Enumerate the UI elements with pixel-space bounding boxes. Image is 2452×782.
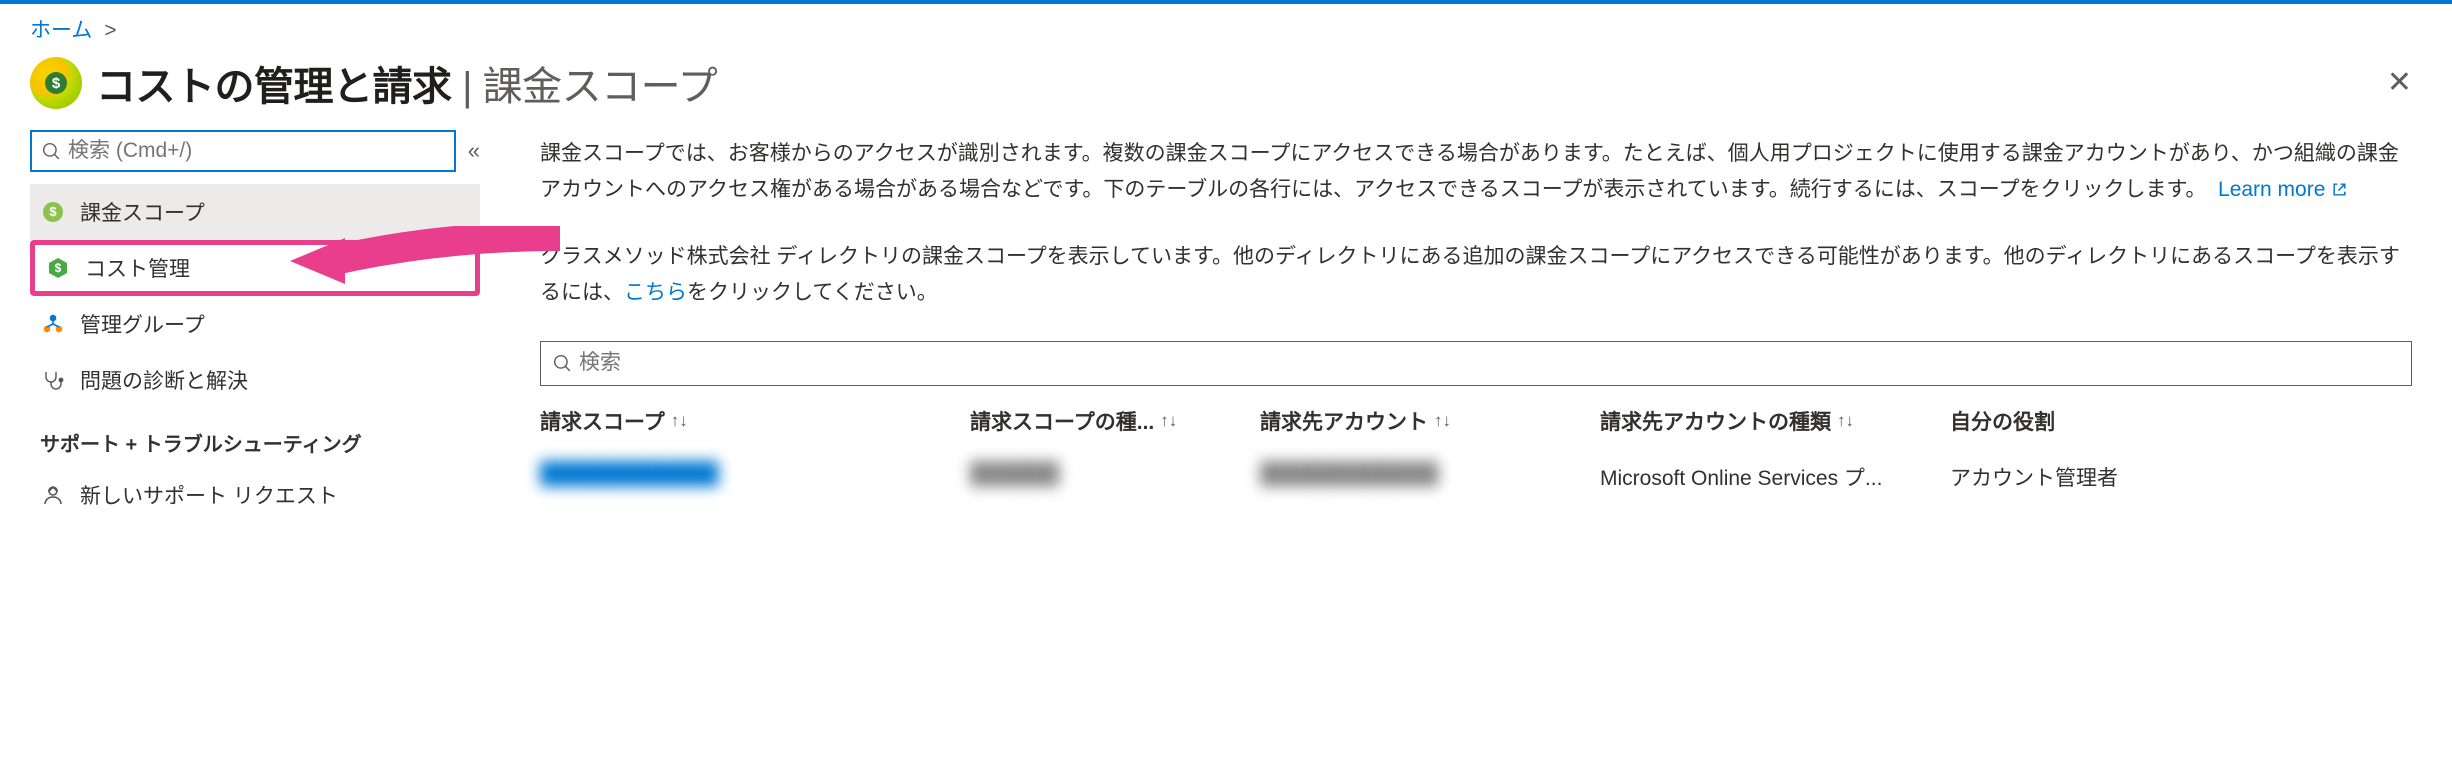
management-groups-icon: [40, 313, 66, 335]
sidebar-nav: $ 課金スコープ $ コスト管理: [30, 184, 480, 523]
scopes-table: 請求スコープ ↑↓ 請求スコープの種... ↑↓ 請求先アカウント ↑↓ 請求先…: [540, 398, 2412, 510]
sidebar-item-new-support-request[interactable]: 新しいサポート リクエスト: [30, 467, 480, 523]
description-paragraph-2: クラスメソッド株式会社 ディレクトリの課金スコープを表示しています。他のディレク…: [540, 239, 2412, 310]
col-label: 請求スコープ: [540, 406, 665, 436]
desc2-suffix: をクリックしてください。: [687, 281, 938, 304]
svg-text:$: $: [49, 204, 57, 219]
cost-management-nav-icon: $: [45, 256, 71, 280]
table-search-input[interactable]: [579, 351, 2399, 375]
close-icon: ✕: [2387, 66, 2412, 99]
table-header-row: 請求スコープ ↑↓ 請求スコープの種... ↑↓ 請求先アカウント ↑↓ 請求先…: [540, 398, 2412, 444]
column-header-billing-account-type[interactable]: 請求先アカウントの種類 ↑↓: [1600, 406, 1950, 436]
page-title-sub: | 課金スコープ: [452, 65, 718, 109]
sort-icon: ↑↓: [1837, 411, 1854, 431]
chevron-right-icon: >: [104, 19, 116, 42]
col-label: 請求先アカウントの種類: [1600, 406, 1831, 436]
column-header-role[interactable]: 自分の役割: [1950, 406, 2412, 436]
redacted-text: ████████████: [1260, 462, 1439, 486]
desc-text: 課金スコープでは、お客様からのアクセスが識別されます。複数の課金スコープにアクセ…: [540, 142, 2399, 201]
redacted-text: ████████████: [540, 462, 719, 486]
sidebar-item-diagnose[interactable]: 問題の診断と解決: [30, 352, 480, 408]
external-link-icon: [2331, 174, 2348, 210]
close-button[interactable]: ✕: [2377, 64, 2422, 102]
svg-text:$: $: [55, 261, 62, 275]
sidebar-search-input[interactable]: [68, 139, 444, 163]
cell-billing-account: ████████████: [1260, 462, 1600, 492]
diagnose-icon: [40, 369, 66, 391]
col-label: 請求先アカウント: [1260, 406, 1428, 436]
sidebar-section-header: サポート + トラブルシューティング: [40, 428, 480, 457]
breadcrumb-home-link[interactable]: ホーム: [30, 19, 92, 42]
sidebar-item-billing-scope[interactable]: $ 課金スコープ: [30, 184, 480, 240]
sidebar-item-label: 問題の診断と解決: [80, 365, 248, 395]
cost-management-icon: [30, 57, 82, 109]
column-header-billing-account[interactable]: 請求先アカウント ↑↓: [1260, 406, 1600, 436]
table-search-box[interactable]: [540, 341, 2412, 386]
learn-more-link[interactable]: Learn more: [2218, 178, 2348, 201]
breadcrumb: ホーム >: [0, 4, 2452, 48]
sidebar-item-label: 新しいサポート リクエスト: [80, 480, 338, 510]
col-label: 請求スコープの種...: [970, 406, 1154, 436]
sidebar-item-label: 課金スコープ: [80, 197, 205, 227]
column-header-billing-scope[interactable]: 請求スコープ ↑↓: [540, 406, 970, 436]
sidebar-item-cost-management[interactable]: $ コスト管理: [30, 240, 480, 296]
main-content: 課金スコープでは、お客様からのアクセスが識別されます。複数の課金スコープにアクセ…: [500, 130, 2452, 523]
col-label: 自分の役割: [1950, 406, 2055, 436]
cell-billing-scope-type: ██████: [970, 462, 1260, 492]
page-title: コストの管理と請求 | 課金スコープ: [96, 54, 717, 112]
cell-role: アカウント管理者: [1950, 462, 2412, 492]
sidebar-search-box[interactable]: [30, 130, 456, 172]
sort-icon: ↑↓: [671, 411, 688, 431]
other-directory-link[interactable]: こちら: [624, 281, 687, 304]
billing-scope-icon: $: [40, 201, 66, 223]
search-icon: [42, 142, 60, 160]
cell-billing-scope: ████████████: [540, 462, 970, 492]
sidebar: « $ 課金スコープ $ コスト管理: [0, 130, 500, 523]
support-icon: [40, 484, 66, 506]
page-title-main: コストの管理と請求: [96, 65, 452, 109]
search-icon: [553, 354, 571, 372]
cell-billing-account-type: Microsoft Online Services プ...: [1600, 462, 1950, 492]
column-header-billing-scope-type[interactable]: 請求スコープの種... ↑↓: [970, 406, 1260, 436]
sort-icon: ↑↓: [1160, 411, 1177, 431]
sidebar-item-management-groups[interactable]: 管理グループ: [30, 296, 480, 352]
sort-icon: ↑↓: [1434, 411, 1451, 431]
redacted-text: ██████: [970, 462, 1059, 486]
description-paragraph-1: 課金スコープでは、お客様からのアクセスが識別されます。複数の課金スコープにアクセ…: [540, 136, 2412, 209]
sidebar-item-label: 管理グループ: [80, 309, 205, 339]
page-header: コストの管理と請求 | 課金スコープ ✕: [0, 48, 2452, 130]
learn-more-text: Learn more: [2218, 178, 2325, 201]
table-row[interactable]: ████████████ ██████ ████████████ Microso…: [540, 444, 2412, 510]
collapse-sidebar-button[interactable]: «: [468, 138, 480, 164]
sidebar-item-label: コスト管理: [85, 253, 190, 283]
